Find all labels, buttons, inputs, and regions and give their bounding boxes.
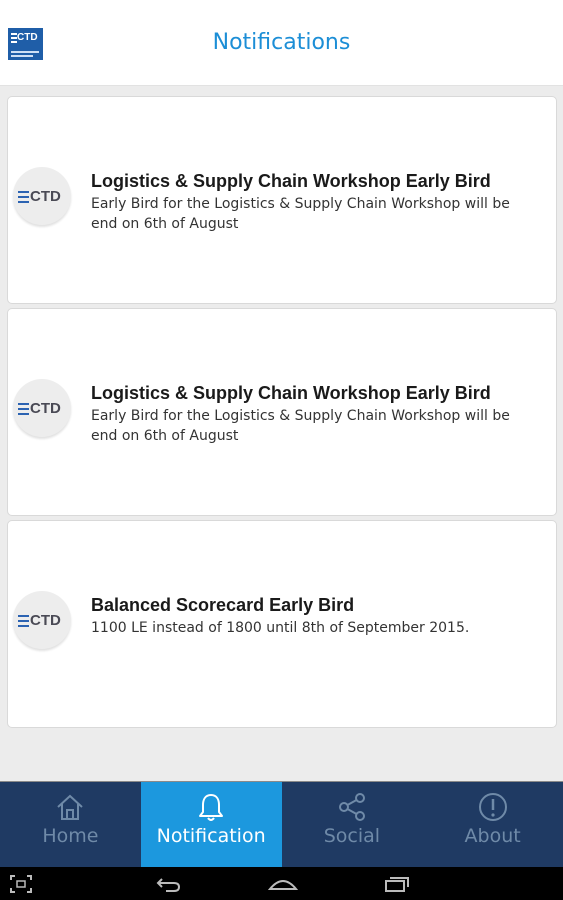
recents-icon[interactable] [384, 875, 410, 893]
nav-item-about[interactable]: About [422, 782, 563, 867]
bell-icon [199, 794, 224, 821]
page-title: Notifications [212, 30, 351, 55]
screenshot-icon[interactable] [10, 875, 32, 893]
notification-text: Logistics & Supply Chain Workshop Early … [91, 170, 536, 234]
nav-label: Home [42, 825, 99, 847]
notification-card[interactable]: CTD Logistics & Supply Chain Workshop Ea… [7, 96, 557, 304]
notification-card[interactable]: CTD Logistics & Supply Chain Workshop Ea… [7, 308, 557, 516]
nav-label: Notification [156, 825, 266, 847]
notification-text: Balanced Scorecard Early Bird 1100 LE in… [91, 594, 536, 638]
notification-body: Early Bird for the Logistics & Supply Ch… [91, 408, 510, 444]
ctd-logo-icon: CTD [18, 189, 61, 205]
notification-title: Logistics & Supply Chain Workshop Early … [91, 171, 491, 191]
notification-body: 1100 LE instead of 1800 until 8th of Sep… [91, 620, 470, 636]
notification-card[interactable]: CTD Balanced Scorecard Early Bird 1100 L… [7, 520, 557, 728]
nav-item-notification[interactable]: Notification [140, 782, 282, 867]
notification-text: Logistics & Supply Chain Workshop Early … [91, 382, 536, 446]
bottom-nav: Home Notification Social About [0, 781, 563, 867]
notification-body: Early Bird for the Logistics & Supply Ch… [91, 196, 510, 232]
home-button-icon[interactable] [268, 875, 298, 893]
info-icon [478, 793, 507, 821]
ctd-logo-icon: CTD [18, 613, 61, 629]
share-icon [338, 793, 365, 821]
avatar-text: CTD [30, 400, 61, 417]
back-icon[interactable] [156, 875, 182, 893]
notification-title: Balanced Scorecard Early Bird [91, 595, 355, 615]
nav-label: Social [323, 825, 381, 847]
notification-list: CTD Logistics & Supply Chain Workshop Ea… [7, 96, 557, 732]
avatar: CTD [13, 591, 71, 649]
nav-item-social[interactable]: Social [282, 782, 423, 867]
avatar-text: CTD [30, 188, 61, 205]
logo-tagline-line [11, 55, 33, 57]
avatar: CTD [13, 167, 71, 225]
notification-title: Logistics & Supply Chain Workshop Early … [91, 383, 491, 403]
system-nav-bar [0, 867, 563, 900]
avatar-text: CTD [30, 612, 61, 629]
nav-item-home[interactable]: Home [0, 782, 141, 867]
home-icon [57, 794, 84, 820]
nav-label: About [464, 825, 521, 847]
ctd-logo-icon: CTD [18, 401, 61, 417]
app-header: CTD Notifications [0, 0, 563, 86]
avatar: CTD [13, 379, 71, 437]
